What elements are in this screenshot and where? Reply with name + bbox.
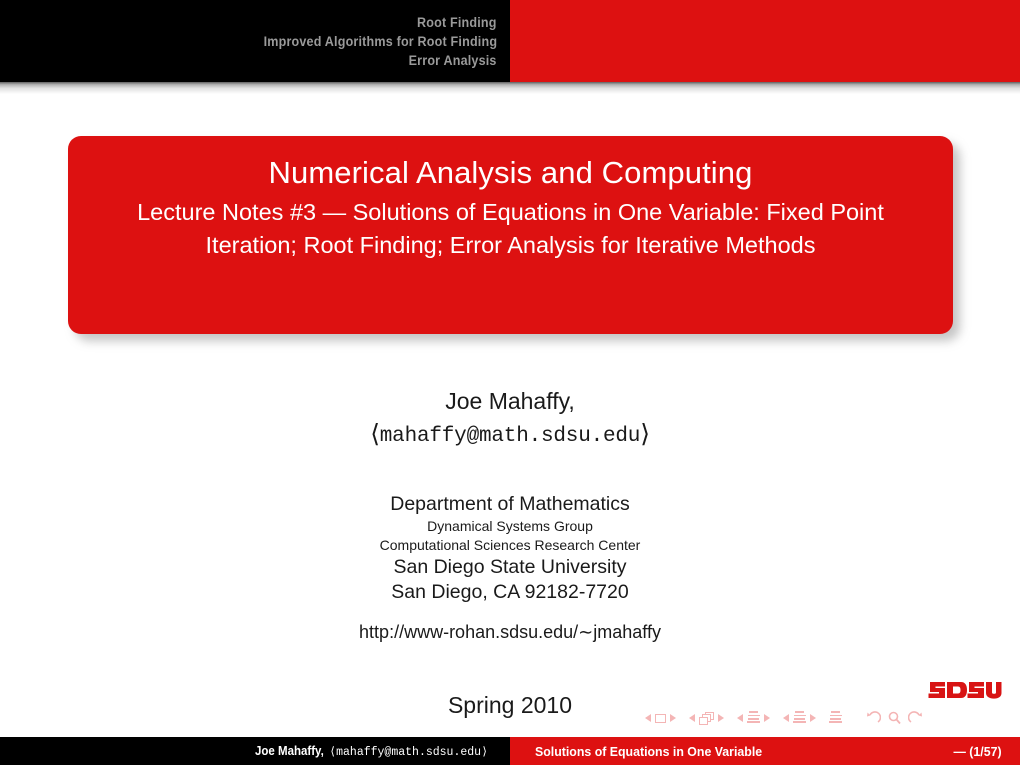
slide-nav-group[interactable] <box>645 713 676 723</box>
header-section-list: Root Finding Improved Algorithms for Roo… <box>0 0 510 82</box>
page-title: Numerical Analysis and Computing <box>268 155 753 190</box>
author-block: Joe Mahaffy, ⟨mahaffy@math.sdsu.edu⟩ <box>0 386 1020 453</box>
header-line-2: Improved Algorithms for Root Finding <box>263 33 497 49</box>
page-subtitle: Lecture Notes #3 — Solutions of Equation… <box>137 199 884 258</box>
title-box: Numerical Analysis and Computing Lecture… <box>68 136 953 334</box>
prev-section-arrow-icon[interactable] <box>783 714 789 722</box>
prev-subsection-arrow-icon[interactable] <box>737 714 743 722</box>
footer-page-number: — (1/57) <box>953 743 1002 759</box>
institute-city-zip: San Diego, CA 92182-7720 <box>391 581 629 603</box>
search-icon[interactable] <box>887 711 902 725</box>
footer-section-block: Solutions of Equations in One Variable —… <box>510 737 1020 765</box>
slide-footer-bar: Joe Mahaffy, ⟨mahaffy@math.sdsu.edu⟩ Sol… <box>0 737 1020 765</box>
institute-block: Department of Mathematics Dynamical Syst… <box>0 492 1020 605</box>
section-nav-group[interactable] <box>783 711 816 724</box>
header-accent-block <box>510 0 1020 82</box>
back-icon[interactable] <box>866 711 881 725</box>
next-subsection-arrow-icon[interactable] <box>764 714 770 722</box>
forward-icon[interactable] <box>908 711 923 725</box>
next-section-arrow-icon[interactable] <box>810 714 816 722</box>
next-frame-arrow-icon[interactable] <box>718 714 724 722</box>
next-slide-arrow-icon[interactable] <box>670 714 676 722</box>
document-icon[interactable] <box>829 711 842 724</box>
header-line-1: Root Finding <box>417 14 497 30</box>
institute-university: San Diego State University <box>393 556 627 578</box>
slide-icon[interactable] <box>655 713 666 723</box>
footer-author-block: Joe Mahaffy, ⟨mahaffy@math.sdsu.edu⟩ <box>0 737 510 765</box>
angle-bracket-open-icon: ⟨ <box>370 419 380 448</box>
footer-section-title: Solutions of Equations in One Variable <box>535 743 763 759</box>
author-email: ⟨mahaffy@math.sdsu.edu⟩ <box>0 417 1020 453</box>
institute-department: Department of Mathematics <box>390 493 630 515</box>
section-icon[interactable] <box>793 711 806 724</box>
footer-author-email: ⟨mahaffy@math.sdsu.edu⟩ <box>329 744 488 759</box>
header-drop-shadow <box>0 82 1020 94</box>
footer-email-text: mahaffy@math.sdsu.edu <box>336 745 482 759</box>
subsection-nav-group[interactable] <box>737 711 770 724</box>
frame-nav-group[interactable] <box>689 711 724 725</box>
prev-slide-arrow-icon[interactable] <box>645 714 651 722</box>
subsection-icon[interactable] <box>747 711 760 724</box>
institute-center: Computational Sciences Research Center <box>379 537 641 553</box>
frames-stack-icon[interactable] <box>699 711 714 725</box>
footer-author-name: Joe Mahaffy, <box>255 744 325 758</box>
institute-group: Dynamical Systems Group <box>427 518 593 534</box>
homepage-url[interactable]: http://www-rohan.sdsu.edu/∼jmahaffy <box>0 622 1020 643</box>
header-line-3: Error Analysis <box>409 52 497 68</box>
footer-angle-close-icon: ⟩ <box>481 745 488 759</box>
prev-frame-arrow-icon[interactable] <box>689 714 695 722</box>
slide-header-bar: Root Finding Improved Algorithms for Roo… <box>0 0 1020 82</box>
beamer-navigation-bar[interactable] <box>645 703 1015 733</box>
angle-bracket-close-icon: ⟩ <box>640 419 650 448</box>
sdsu-logo <box>928 678 1002 702</box>
author-email-text: mahaffy@math.sdsu.edu <box>379 425 641 448</box>
history-nav-group[interactable] <box>866 711 923 725</box>
author-name: Joe Mahaffy, <box>445 388 575 414</box>
